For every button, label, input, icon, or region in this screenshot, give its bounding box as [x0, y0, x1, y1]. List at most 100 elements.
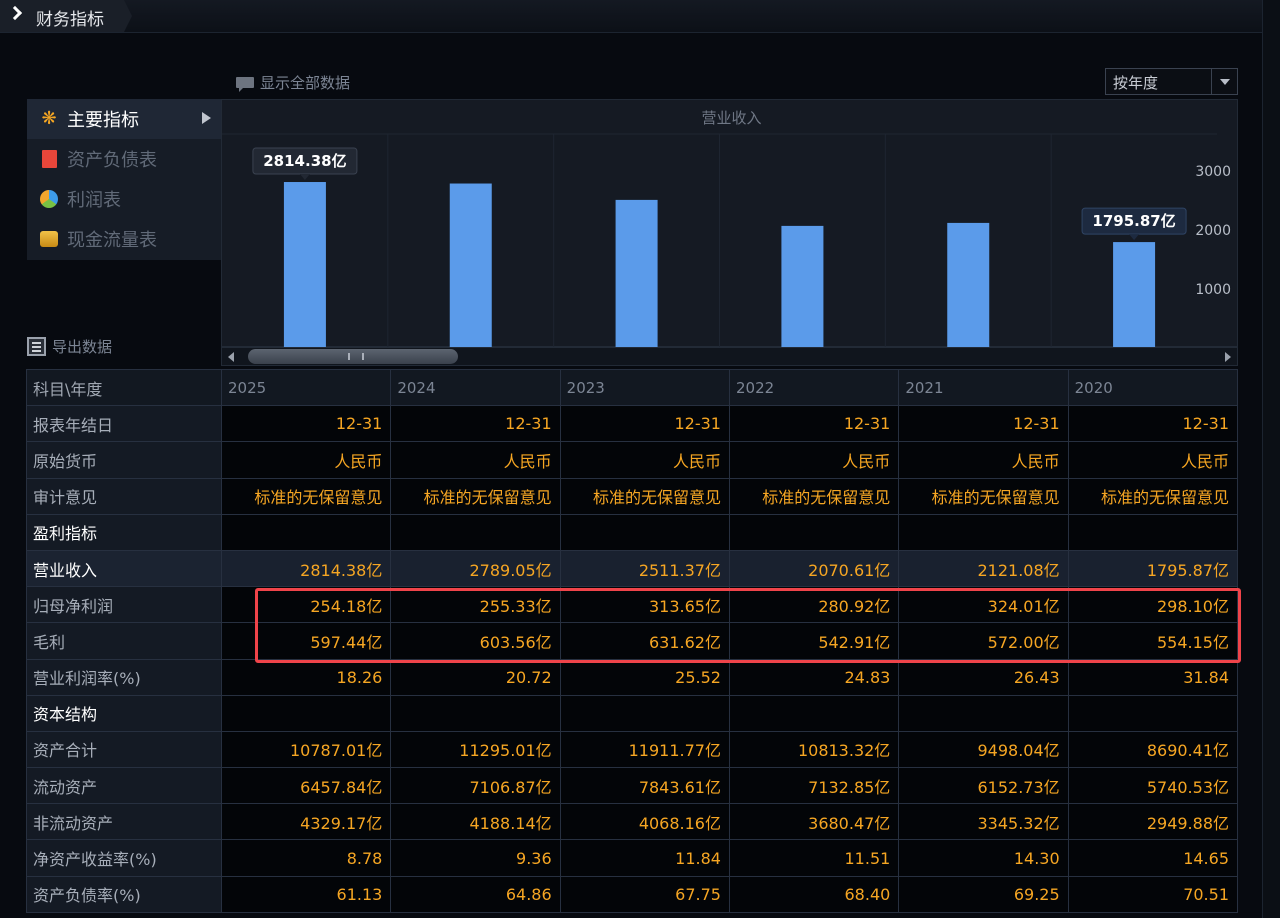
- table-row[interactable]: 资产负债率(%) 61.13 64.86 67.75 68.40 69.25 70.51: [26, 875, 1239, 913]
- table-cell: 14.65: [1067, 839, 1239, 877]
- table-cell: 2070.61亿: [728, 549, 900, 588]
- header-bar: 财务指标: [0, 0, 1262, 33]
- menu-item-cash-flow[interactable]: 现金流量表: [27, 219, 221, 259]
- table-cell: 631.62亿: [559, 622, 730, 660]
- table-cell: 324.01亿: [898, 586, 1069, 624]
- table-cell: 280.92亿: [728, 586, 900, 624]
- chart-bar[interactable]: [781, 225, 824, 348]
- data-label: 1795.87亿: [1081, 207, 1187, 241]
- menu-item-income-statement[interactable]: 利润表: [27, 179, 221, 219]
- table-row[interactable]: 审计意见 标准的无保留意见 标准的无保留意见 标准的无保留意见 标准的无保留意见 标准的无…: [26, 477, 1239, 515]
- table-cell: 4068.16亿: [559, 803, 730, 841]
- coins-icon: [39, 229, 59, 249]
- menu-item-main-indicators[interactable]: ❋ 主要指标: [27, 99, 221, 139]
- table-row[interactable]: 资产合计 10787.01亿 11295.01亿 11911.77亿 10813.32亿…: [26, 730, 1239, 769]
- row-label: 资产合计: [26, 730, 222, 769]
- svg-text:2814.38亿: 2814.38亿: [263, 152, 346, 170]
- header-tab[interactable]: 财务指标: [0, 0, 132, 32]
- table-row[interactable]: 盈利指标: [26, 513, 1239, 551]
- revenue-chart: 营业收入 1000 2000 3000 2814.38亿 1795.87亿: [221, 99, 1238, 348]
- table-cell: 542.91亿: [728, 622, 900, 660]
- table-cell: 2511.37亿: [559, 549, 730, 588]
- row-label: 资产负债率(%): [26, 875, 222, 913]
- period-select[interactable]: 按年度: [1105, 68, 1238, 95]
- table-cell: 255.33亿: [390, 586, 561, 624]
- row-label: 流动资产: [26, 767, 222, 805]
- row-label: 营业收入: [26, 549, 222, 588]
- row-label: 原始货币: [26, 441, 222, 479]
- table-cell: 67.75: [559, 875, 730, 913]
- chart-scrollbar[interactable]: [221, 347, 1238, 366]
- table-cell: [220, 513, 392, 551]
- table-cell: 12-31: [898, 405, 1069, 443]
- year-header: 2025: [220, 368, 392, 407]
- table-row[interactable]: 营业利润率(%) 18.26 20.72 25.52 24.83 26.43 31.84: [26, 658, 1239, 696]
- chart-bar[interactable]: [1113, 242, 1156, 348]
- dropdown-caret-icon[interactable]: [1211, 69, 1237, 94]
- table-cell: 3345.32亿: [898, 803, 1069, 841]
- table-cell: 标准的无保留意见: [1067, 477, 1239, 515]
- header-label-cell: 科目\年度: [26, 368, 222, 407]
- year-header: 2023: [559, 368, 730, 407]
- table-cell: [390, 513, 561, 551]
- table-cell: 2789.05亿: [390, 549, 561, 588]
- y-tick-label: 1000: [1195, 282, 1231, 298]
- chart-bar[interactable]: [615, 199, 658, 348]
- chevron-right-icon: [7, 5, 23, 21]
- svg-text:1795.87亿: 1795.87亿: [1092, 212, 1175, 230]
- pie-icon: [39, 189, 59, 209]
- year-header: 2024: [390, 368, 561, 407]
- table-cell: [559, 694, 730, 732]
- table-row[interactable]: 流动资产 6457.84亿 7106.87亿 7843.61亿 7132.85亿 6152…: [26, 767, 1239, 805]
- scroll-left-arrow-icon[interactable]: [228, 352, 234, 362]
- menu-item-label: 主要指标: [67, 110, 139, 131]
- table-row[interactable]: 归母净利润 254.18亿 255.33亿 313.65亿 280.92亿 324.01亿…: [26, 586, 1239, 624]
- table-cell: [1067, 513, 1239, 551]
- table-row[interactable]: 毛利 597.44亿 603.56亿 631.62亿 542.91亿 572.00亿 554…: [26, 622, 1239, 660]
- chart-bar[interactable]: [449, 183, 492, 348]
- table-cell: 31.84: [1067, 658, 1239, 696]
- row-label: 非流动资产: [26, 803, 222, 841]
- table-cell: 20.72: [390, 658, 561, 696]
- table-row[interactable]: 净资产收益率(%) 8.78 9.36 11.84 11.51 14.30 14.65: [26, 839, 1239, 877]
- table-cell: 标准的无保留意见: [390, 477, 561, 515]
- chart-bar[interactable]: [947, 222, 990, 348]
- table-cell: 64.86: [390, 875, 561, 913]
- financial-table: 科目\年度 2025 2024 2023 2022 2021 2020 报表年结…: [26, 368, 1239, 913]
- table-row[interactable]: 报表年结日 12-31 12-31 12-31 12-31 12-31 12-31: [26, 405, 1239, 443]
- year-header: 2020: [1067, 368, 1239, 407]
- table-cell: 603.56亿: [390, 622, 561, 660]
- table-cell: 3680.47亿: [728, 803, 900, 841]
- table-cell: 2949.88亿: [1067, 803, 1239, 841]
- row-label: 审计意见: [26, 477, 222, 515]
- table-cell: 4188.14亿: [390, 803, 561, 841]
- table-cell: 2121.08亿: [898, 549, 1069, 588]
- y-tick-label: 2000: [1195, 223, 1231, 239]
- table-cell: 5740.53亿: [1067, 767, 1239, 805]
- table-row[interactable]: 原始货币 人民币 人民币 人民币 人民币 人民币 人民币: [26, 441, 1239, 479]
- table-row[interactable]: 非流动资产 4329.17亿 4188.14亿 4068.16亿 3680.47亿 334…: [26, 803, 1239, 841]
- table-cell: 26.43: [898, 658, 1069, 696]
- menu-item-balance-sheet[interactable]: 资产负债表: [27, 139, 221, 179]
- row-label: 归母净利润: [26, 586, 222, 624]
- table-row[interactable]: 资本结构: [26, 694, 1239, 732]
- asterisk-icon: ❋: [41, 108, 57, 129]
- scrollbar-thumb[interactable]: [248, 349, 458, 364]
- table-cell: 12-31: [728, 405, 900, 443]
- show-all-data-toggle[interactable]: 显示全部数据: [236, 72, 350, 92]
- table-cell: [728, 513, 900, 551]
- table-cell: 人民币: [898, 441, 1069, 479]
- table-cell: 12-31: [1067, 405, 1239, 443]
- table-cell: 人民币: [728, 441, 900, 479]
- scroll-right-arrow-icon[interactable]: [1225, 352, 1231, 362]
- table-cell: 12-31: [559, 405, 730, 443]
- table-cell: 标准的无保留意见: [898, 477, 1069, 515]
- chart-bar[interactable]: [283, 182, 326, 348]
- table-cell: 254.18亿: [220, 586, 392, 624]
- table-cell: 597.44亿: [220, 622, 392, 660]
- table-cell: 8.78: [220, 839, 392, 877]
- export-data-button[interactable]: 导出数据: [27, 336, 112, 357]
- table-cell: 标准的无保留意见: [728, 477, 900, 515]
- y-tick-label: 3000: [1195, 164, 1231, 180]
- table-row[interactable]: 营业收入 2814.38亿 2789.05亿 2511.37亿 2070.61亿 2121…: [26, 549, 1239, 588]
